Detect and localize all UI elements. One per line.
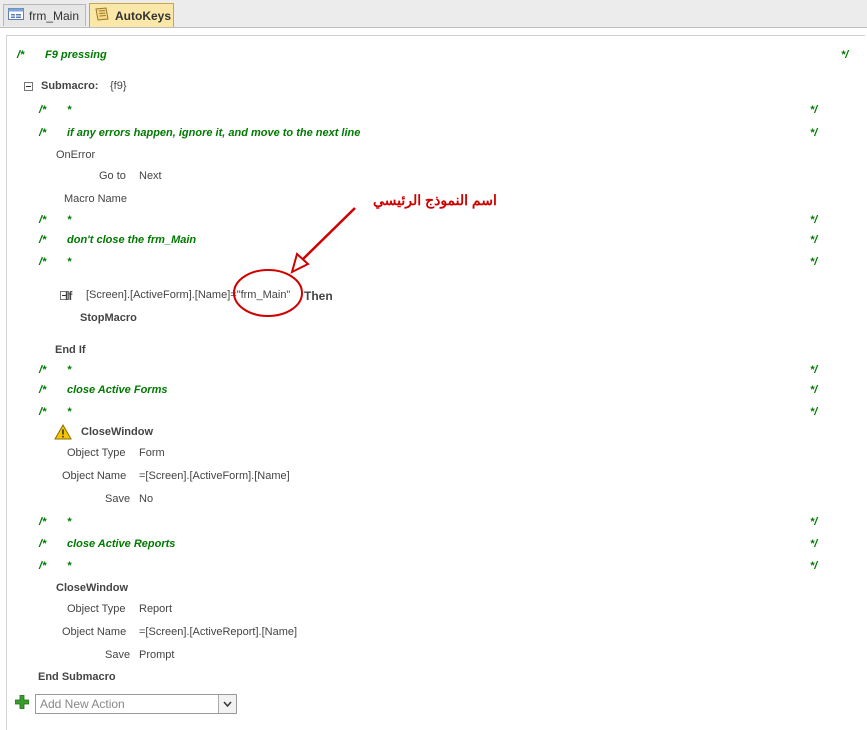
arg-label-goto: Go to xyxy=(99,170,126,182)
arg-label-save: Save xyxy=(105,493,131,505)
comment-close: */ xyxy=(810,516,818,528)
comment-close: */ xyxy=(810,406,818,418)
then-keyword: Then xyxy=(304,289,333,303)
comment-close-reports[interactable]: close Active Reports xyxy=(67,538,175,550)
comment-star[interactable]: * xyxy=(67,560,71,572)
comment-open: /* xyxy=(39,538,47,550)
arg-label-object-type: Object Type xyxy=(67,603,126,615)
arg-label-object-type: Object Type xyxy=(67,447,126,459)
comment-close: */ xyxy=(810,364,818,376)
comment-open: /* xyxy=(39,214,47,226)
comment-close: */ xyxy=(810,560,818,572)
comment-close: */ xyxy=(810,104,818,116)
annotation-text: اسم النموذج الرئيسي xyxy=(373,192,497,208)
tab-label: AutoKeys xyxy=(115,8,172,23)
comment-star[interactable]: * xyxy=(67,406,71,418)
if-condition-prefix: [Screen].[ActiveForm].[Name]= xyxy=(86,289,237,301)
document-tab-bar: frm_Main AutoKeys xyxy=(0,0,867,28)
comment-close: */ xyxy=(841,49,849,61)
comment-star[interactable]: * xyxy=(67,214,71,226)
arg-label-object-name: Object Name xyxy=(62,470,127,482)
comment-close: */ xyxy=(810,384,818,396)
submacro-name[interactable]: {f9} xyxy=(110,80,127,92)
comment-star[interactable]: * xyxy=(67,516,71,528)
arg-value-goto[interactable]: Next xyxy=(139,170,162,182)
if-keyword: If xyxy=(65,289,73,303)
macro-editor xyxy=(6,35,865,730)
comment-star[interactable]: * xyxy=(67,104,71,116)
comment-close: */ xyxy=(810,214,818,226)
comment-header[interactable]: F9 pressing xyxy=(45,49,107,61)
tab-autokeys[interactable]: AutoKeys xyxy=(89,3,174,27)
tab-frm-main[interactable]: frm_Main xyxy=(3,4,86,26)
action-closewindow-forms[interactable]: CloseWindow xyxy=(81,426,153,438)
comment-open: /* xyxy=(39,256,47,268)
submacro-label[interactable]: Submacro: xyxy=(41,80,98,92)
arg-value-save[interactable]: No xyxy=(139,493,153,505)
comment-dont-close[interactable]: don't close the frm_Main xyxy=(67,234,196,246)
comment-close: */ xyxy=(810,127,818,139)
comment-close-forms[interactable]: close Active Forms xyxy=(67,384,167,396)
end-submacro-keyword: End Submacro xyxy=(38,671,116,683)
arg-label-save: Save xyxy=(105,649,131,661)
comment-star[interactable]: * xyxy=(67,364,71,376)
comment-open: /* xyxy=(17,49,25,61)
arg-value-object-type[interactable]: Report xyxy=(139,603,172,615)
tab-label: frm_Main xyxy=(29,8,80,23)
if-condition[interactable]: [Screen].[ActiveForm].[Name]="frm_Main" xyxy=(86,289,290,301)
arg-value-object-name[interactable]: =[Screen].[ActiveReport].[Name] xyxy=(139,626,297,638)
collapse-submacro-icon[interactable] xyxy=(24,82,33,91)
comment-open: /* xyxy=(39,406,47,418)
arg-label-object-name: Object Name xyxy=(62,626,127,638)
action-onerror[interactable]: OnError xyxy=(56,149,95,161)
comment-open: /* xyxy=(39,127,47,139)
comment-open: /* xyxy=(39,364,47,376)
if-condition-value: "frm_Main" xyxy=(236,289,291,301)
comment-close: */ xyxy=(810,256,818,268)
arg-value-object-type[interactable]: Form xyxy=(139,447,165,459)
add-new-action-placeholder: Add New Action xyxy=(40,697,125,711)
comment-open: /* xyxy=(39,104,47,116)
macro-icon xyxy=(94,7,110,24)
comment-star[interactable]: * xyxy=(67,256,71,268)
arg-value-save[interactable]: Prompt xyxy=(139,649,174,661)
action-stopmacro[interactable]: StopMacro xyxy=(80,312,137,324)
comment-close: */ xyxy=(810,538,818,550)
comment-open: /* xyxy=(39,516,47,528)
end-if-keyword: End If xyxy=(55,344,86,356)
comment-open: /* xyxy=(39,384,47,396)
action-closewindow-reports[interactable]: CloseWindow xyxy=(56,582,128,594)
arg-label-macro-name: Macro Name xyxy=(64,193,127,205)
add-new-action-dropdown[interactable]: Add New Action xyxy=(35,694,237,714)
comment-close: */ xyxy=(810,234,818,246)
arg-value-object-name[interactable]: =[Screen].[ActiveForm].[Name] xyxy=(139,470,290,482)
warning-icon xyxy=(54,423,72,443)
add-action-plus-icon[interactable] xyxy=(14,694,30,712)
chevron-down-icon[interactable] xyxy=(218,695,236,713)
comment-open: /* xyxy=(39,234,47,246)
form-icon xyxy=(8,8,24,23)
comment-open: /* xyxy=(39,560,47,572)
comment-ignore-errors[interactable]: if any errors happen, ignore it, and mov… xyxy=(67,127,360,139)
